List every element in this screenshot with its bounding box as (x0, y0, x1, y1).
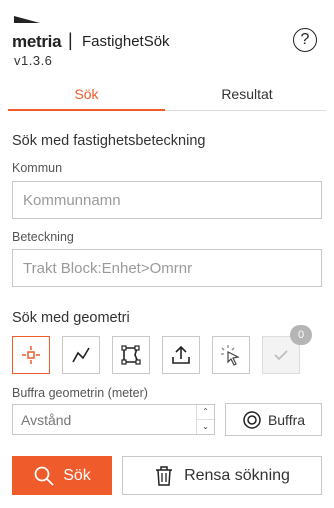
clear-search-button[interactable]: Rensa sökning (122, 456, 322, 495)
title-separator: | (68, 30, 73, 50)
geometry-section-title: Sök med geometri (12, 310, 130, 326)
help-button[interactable]: ? (293, 28, 317, 52)
buffer-stepper: ⌃ ⌄ (196, 405, 214, 434)
selection-count-badge: 0 (290, 325, 312, 345)
polyline-icon (72, 347, 90, 363)
select-features-button[interactable] (212, 336, 250, 374)
trash-icon (156, 465, 173, 486)
check-icon (274, 350, 288, 361)
clear-search-label: Rensa sökning (184, 466, 290, 484)
app-title: FastighetSök (82, 33, 170, 50)
kommun-label: Kommun (12, 161, 63, 175)
tab-resultat[interactable]: Resultat (168, 80, 326, 111)
buffer-distance-input[interactable] (12, 404, 215, 435)
tab-bar: Sök Resultat (8, 80, 326, 111)
help-icon: ? (300, 31, 310, 48)
polygon-icon (121, 345, 141, 365)
upload-icon (172, 345, 190, 364)
kommun-input[interactable] (12, 181, 322, 219)
buffer-label: Buffra geometrin (meter) (12, 386, 148, 400)
stepper-up-icon[interactable]: ⌃ (197, 405, 214, 420)
point-icon (22, 346, 40, 364)
buffer-icon (243, 410, 261, 429)
search-button[interactable]: Sök (12, 456, 112, 495)
search-button-label: Sök (63, 466, 91, 484)
beteckning-label: Beteckning (12, 230, 74, 244)
buffer-button[interactable]: Buffra (225, 403, 322, 436)
version-label: v1.3.6 (14, 53, 53, 68)
header: metria | FastighetSök v1.3.6 ? (0, 0, 334, 80)
stepper-down-icon[interactable]: ⌄ (197, 420, 214, 435)
logo-mark-icon (14, 16, 40, 23)
tab-sok[interactable]: Sök (8, 80, 165, 111)
draw-polyline-button[interactable] (62, 336, 100, 374)
buffer-button-label: Buffra (267, 411, 306, 428)
select-icon (221, 345, 240, 366)
upload-geometry-button[interactable] (162, 336, 200, 374)
beteckning-input[interactable] (12, 249, 322, 287)
brand-name: metria (12, 32, 62, 51)
designation-section-title: Sök med fastighetsbeteckning (12, 133, 206, 149)
draw-point-button[interactable] (12, 336, 50, 374)
draw-polygon-button[interactable] (112, 336, 150, 374)
search-icon (34, 466, 54, 486)
